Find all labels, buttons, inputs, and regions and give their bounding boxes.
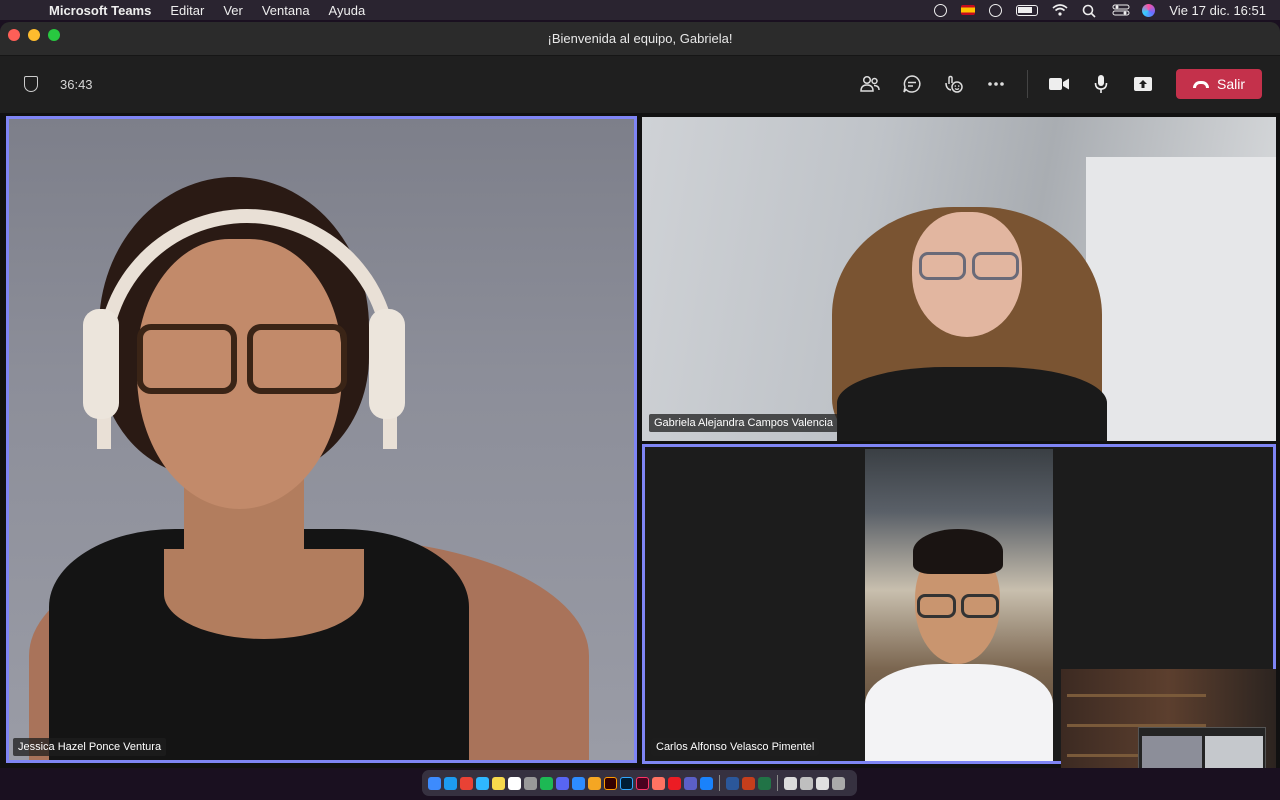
app-name-menu[interactable]: Microsoft Teams [49,3,151,18]
camera-icon [1049,78,1069,90]
self-view-tile[interactable] [1061,669,1276,768]
window-titlebar: ¡Bienvenida al equipo, Gabriela! [0,22,1280,56]
spotify-app-icon[interactable] [540,776,553,790]
video-feed-monitor [1138,727,1266,768]
video-feed-wall [1086,157,1276,441]
photoshop-app-icon[interactable] [620,776,633,790]
video-feed-shelf [1067,694,1206,697]
video-tile-gabriela[interactable]: Gabriela Alejandra Campos Valencia [642,117,1276,441]
toolbar-divider [1027,70,1028,98]
reactions-button[interactable] [933,68,975,100]
pages-app-icon[interactable] [588,776,601,790]
powerpoint-app-icon[interactable] [742,776,755,790]
trash-icon[interactable] [832,776,845,790]
microphone-button[interactable] [1080,68,1122,100]
keynote-app-icon[interactable] [700,776,713,790]
menu-ver[interactable]: Ver [223,3,243,18]
shield-icon [24,76,38,92]
figma-app-icon[interactable] [652,776,665,790]
photos-app-icon[interactable] [524,776,537,790]
notes-app-icon[interactable] [492,776,505,790]
meeting-timer: 36:43 [60,76,93,92]
documents-stack-icon[interactable] [816,776,829,790]
dock-divider [777,775,778,791]
dock-divider [719,775,720,791]
close-window-button[interactable] [8,29,20,41]
window-title: ¡Bienvenida al equipo, Gabriela! [547,31,733,46]
discord-app-icon[interactable] [556,776,569,790]
participants-button[interactable] [849,68,891,100]
participant-name-tag: Gabriela Alejandra Campos Valencia [649,414,838,432]
calendar-app-icon[interactable] [508,776,521,790]
spain-flag-icon[interactable] [961,5,976,15]
share-screen-button[interactable] [1122,68,1164,100]
video-feed-clothing [865,664,1053,761]
participants-icon [860,75,880,92]
wifi-icon[interactable] [1052,4,1068,16]
app-store-app-icon[interactable] [444,776,457,790]
word-app-icon[interactable] [726,776,739,790]
video-feed-earcup-left [83,309,119,419]
participant-name-tag: Carlos Alfonso Velasco Pimentel [651,738,820,756]
hang-up-icon [1192,80,1209,88]
camera-button[interactable] [1038,68,1080,100]
video-feed-glasses [917,594,999,618]
indesign-app-icon[interactable] [636,776,649,790]
video-tile-jessica[interactable]: Jessica Hazel Ponce Ventura [6,116,637,763]
control-center-icon[interactable] [1112,4,1130,16]
chat-button[interactable] [891,68,933,100]
menu-editar[interactable]: Editar [170,3,204,18]
downloads-stack-icon[interactable] [784,776,797,790]
search-icon[interactable] [1082,4,1098,18]
acrobat-app-icon[interactable] [668,776,681,790]
microphone-icon [1094,75,1108,93]
video-feed-hair [913,529,1003,574]
video-feed [865,449,1053,761]
leave-label: Salir [1216,76,1245,92]
illustrator-app-icon[interactable] [604,776,617,790]
play-circle-icon[interactable] [934,3,948,17]
menu-bar: Microsoft Teams Editar Ver Ventana Ayuda… [0,0,1280,20]
video-feed-clothing [837,367,1107,441]
siri-icon[interactable] [1142,3,1156,17]
excel-app-icon[interactable] [758,776,771,790]
preview-stack-icon[interactable] [800,776,813,790]
participant-name-tag: Jessica Hazel Ponce Ventura [13,738,167,756]
video-stage: Jessica Hazel Ponce Ventura Gabriela Ale… [0,113,1280,768]
share-screen-icon [1134,77,1152,91]
video-feed-earcup-right [369,309,405,419]
more-options-icon [988,82,1004,86]
chat-icon [903,75,921,93]
teams-window: ¡Bienvenida al equipo, Gabriela! 36:43 S… [0,22,1280,768]
leave-button[interactable]: Salir [1176,69,1262,99]
menu-ventana[interactable]: Ventana [262,3,310,18]
minimize-window-button[interactable] [28,29,40,41]
zoom-window-button[interactable] [48,29,60,41]
zoom-app-icon[interactable] [572,776,585,790]
video-feed-glasses [919,252,1019,280]
teams-app-icon[interactable] [684,776,697,790]
chrome-app-icon[interactable] [460,776,473,790]
window-controls [8,29,60,41]
info-icon[interactable] [989,3,1003,17]
finder-app-icon[interactable] [428,776,441,790]
video-feed-glasses [137,324,347,394]
menu-ayuda[interactable]: Ayuda [329,3,366,18]
reactions-icon [945,75,963,93]
meeting-toolbar: 36:43 Salir [0,56,1280,112]
menubar-clock[interactable]: Vie 17 dic. 16:51 [1169,3,1266,18]
more-options-button[interactable] [975,68,1017,100]
battery-icon[interactable] [1016,4,1039,16]
macos-dock [422,770,857,796]
messages-app-icon[interactable] [476,776,489,790]
